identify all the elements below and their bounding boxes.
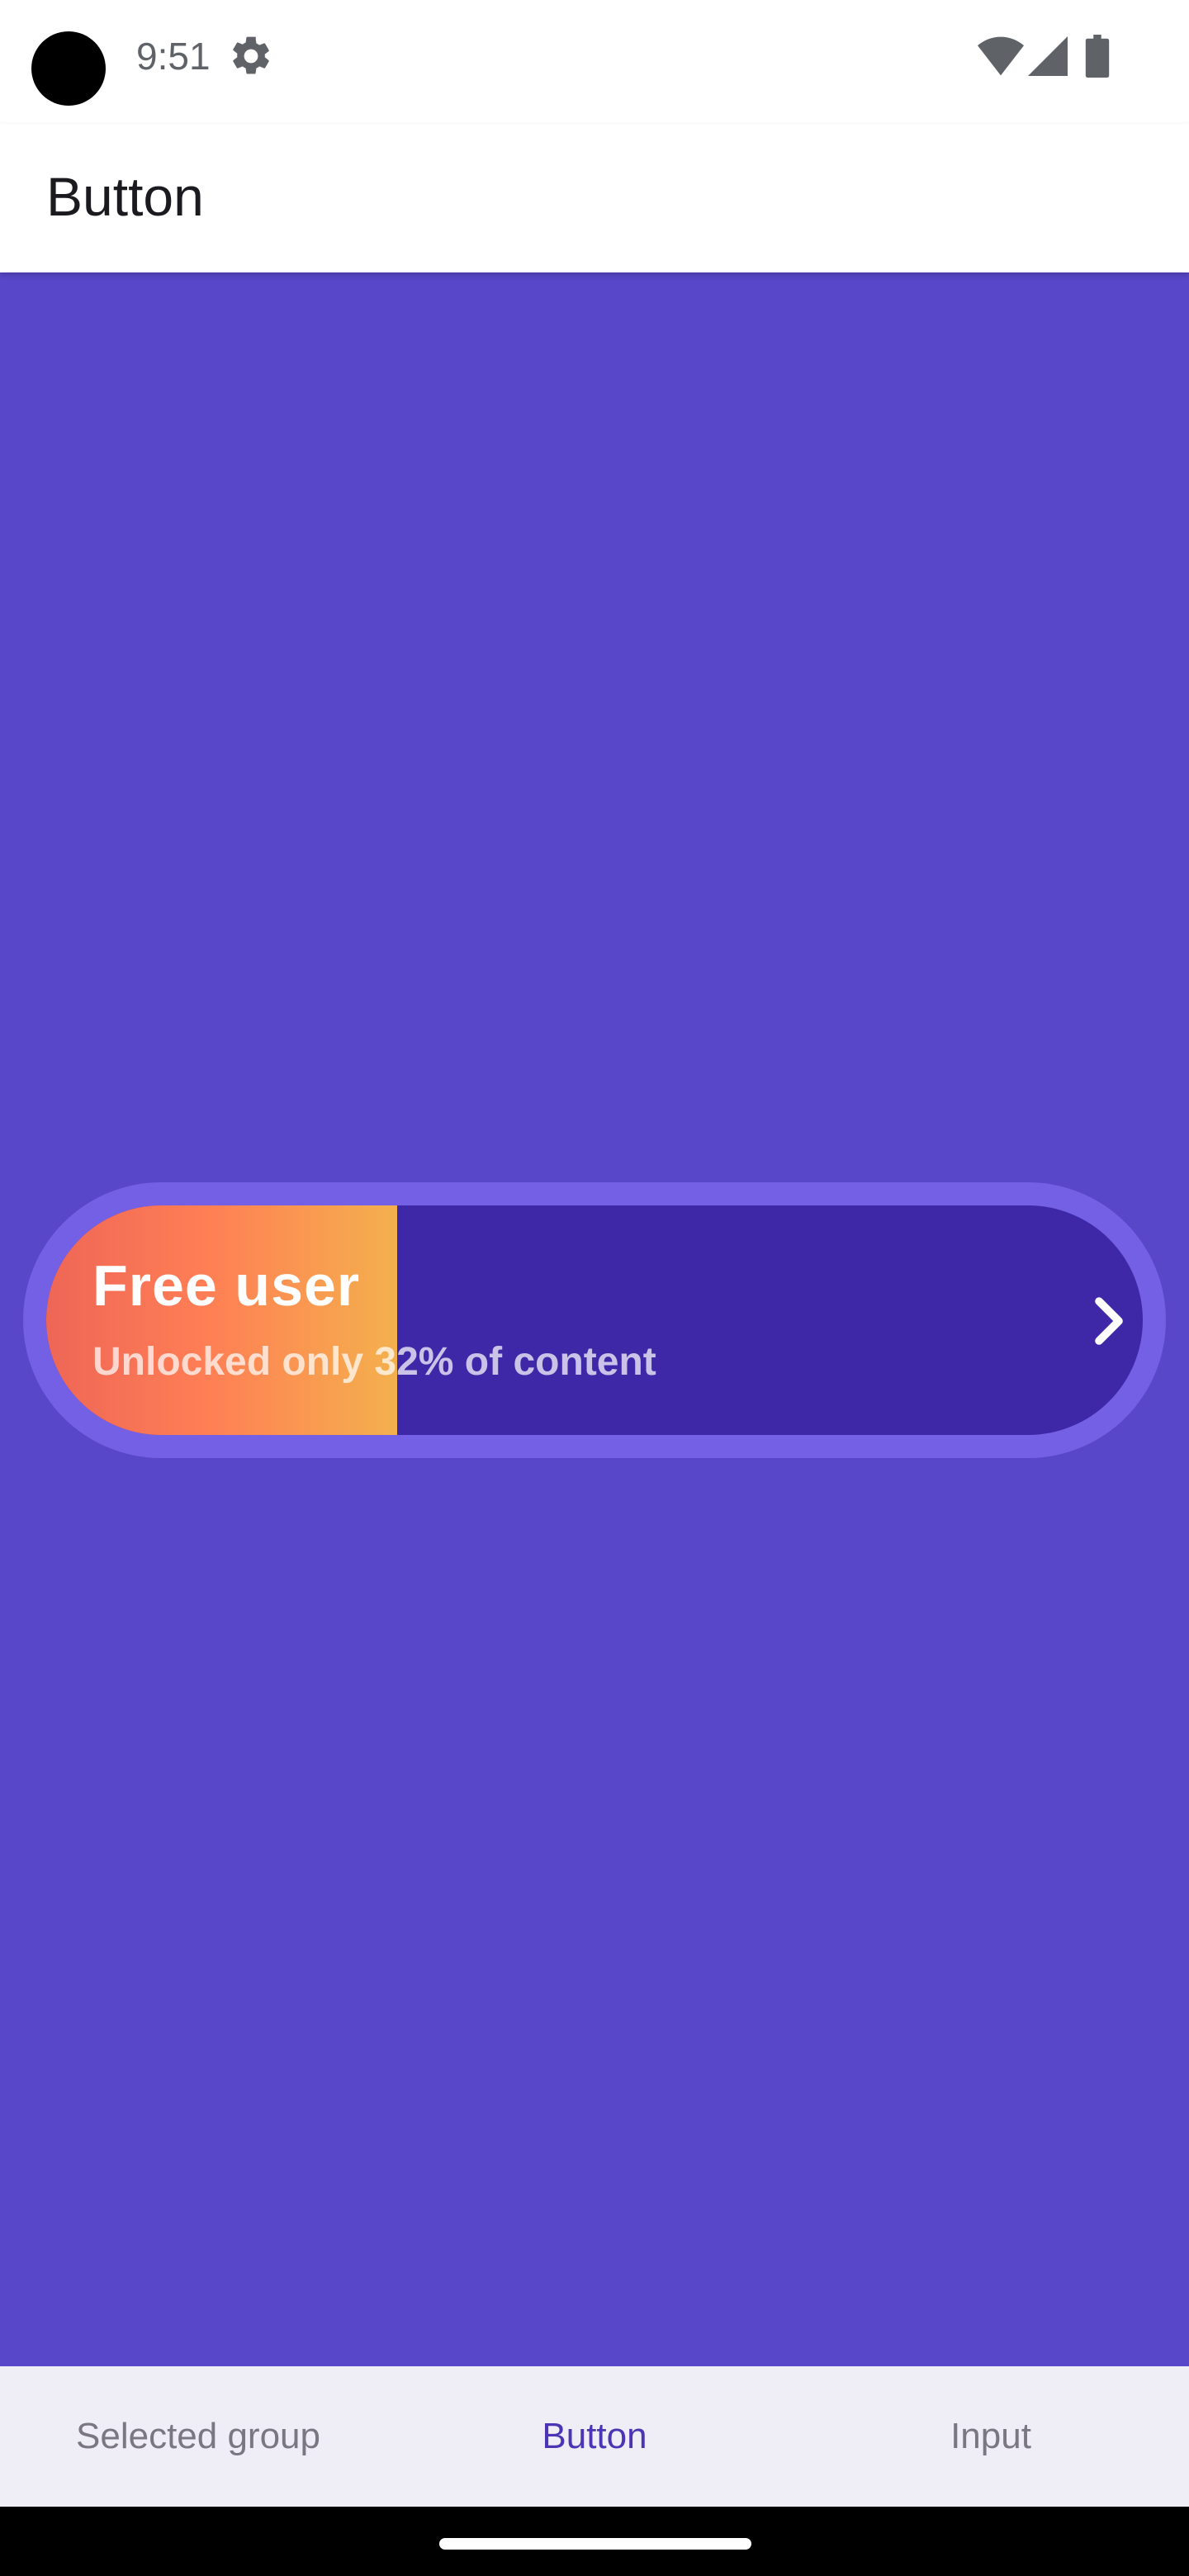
status-bar: 9:51 [0, 0, 1189, 124]
nav-item-selected-group[interactable]: Selected group [0, 2366, 396, 2507]
signal-icon [1028, 36, 1068, 76]
app-bar: Button [0, 124, 1189, 272]
chevron-right-icon [1095, 1297, 1123, 1345]
nav-item-input[interactable]: Input [793, 2366, 1189, 2507]
camera-cutout [31, 31, 106, 106]
upgrade-button-ring: Free user Unlocked only 32% of content [23, 1182, 1166, 1458]
page-title: Button [46, 166, 204, 227]
wifi-icon [978, 36, 1024, 76]
bottom-navigation: Selected group Button Input [0, 2366, 1189, 2507]
upgrade-button-subtitle: Unlocked only 32% of content [92, 1340, 656, 1384]
upgrade-button[interactable]: Free user Unlocked only 32% of content [46, 1205, 1143, 1435]
status-time: 9:51 [136, 35, 211, 78]
system-navigation-bar [0, 2507, 1189, 2576]
home-handle[interactable] [439, 2538, 751, 2550]
battery-icon [1085, 35, 1110, 78]
nav-item-button[interactable]: Button [396, 2366, 793, 2507]
settings-icon [233, 36, 269, 74]
main-content: Free user Unlocked only 32% of content [0, 272, 1189, 2366]
upgrade-button-title: Free user [92, 1253, 361, 1318]
